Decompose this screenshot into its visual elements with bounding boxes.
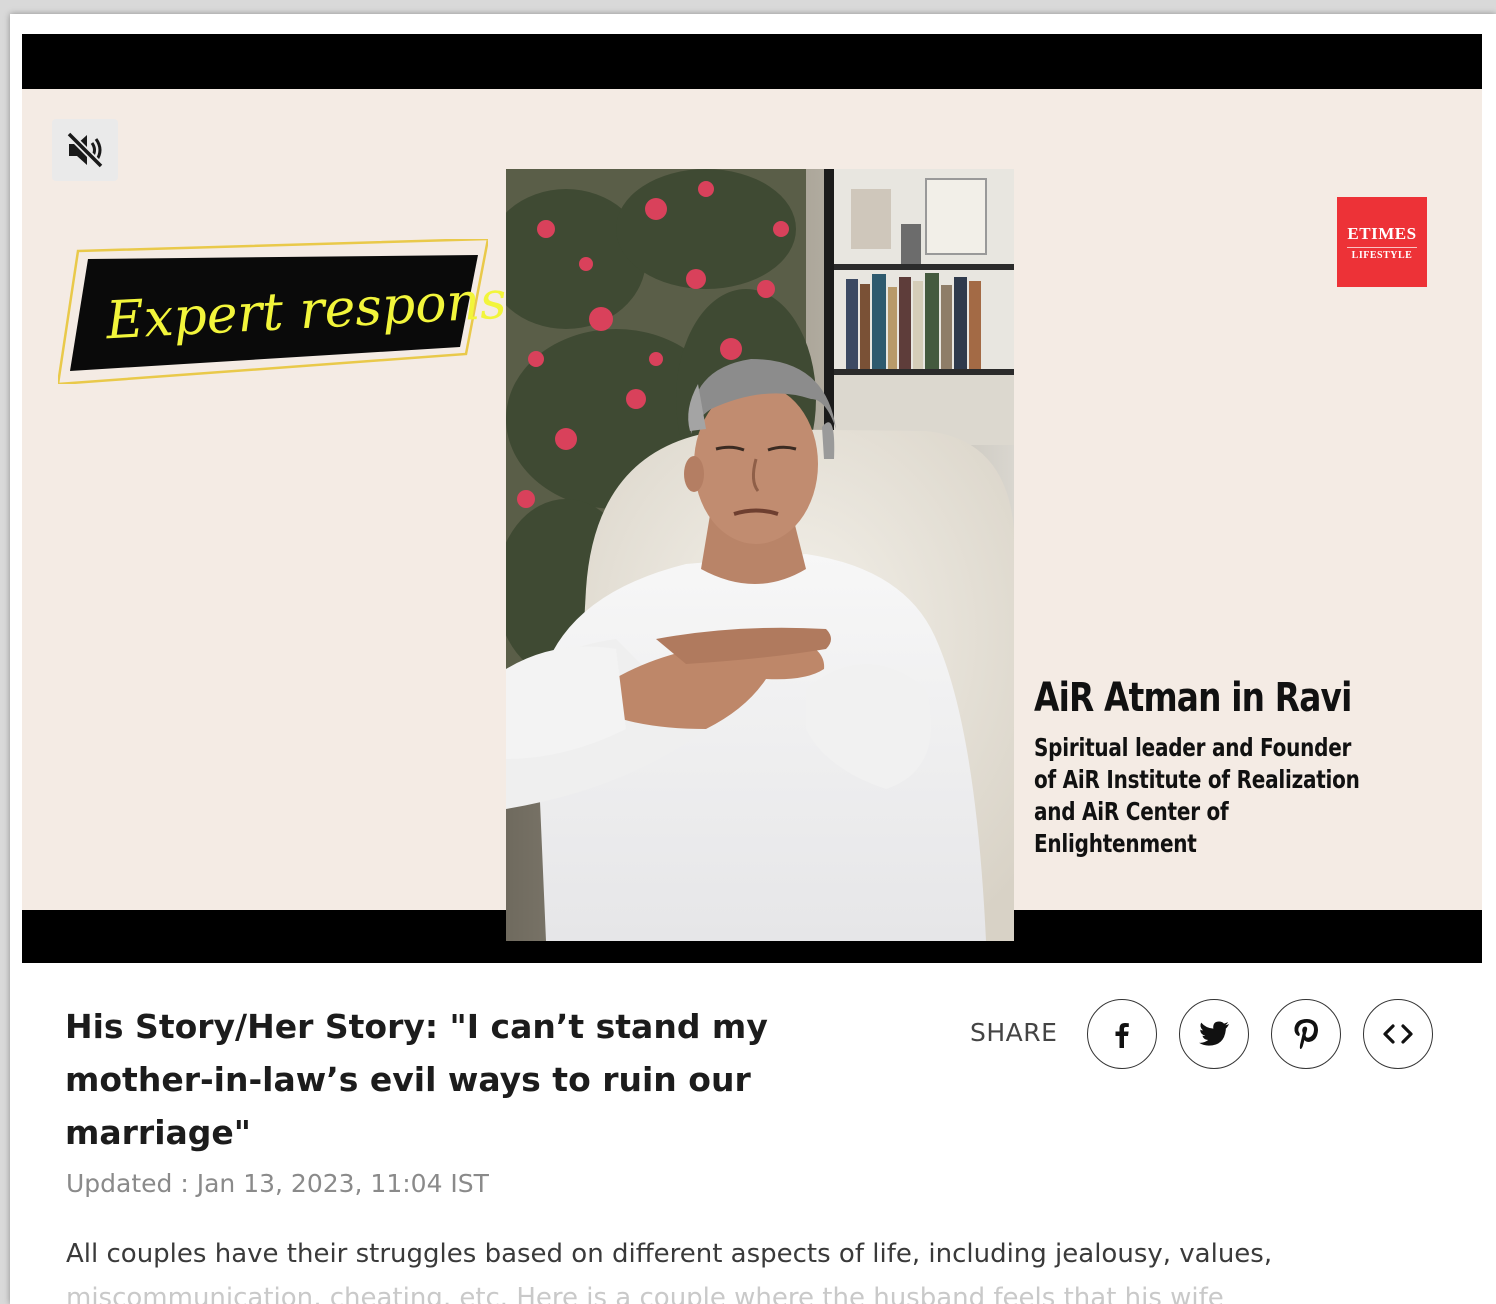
article-intro-line-1: All couples have their struggles based o…: [66, 1239, 1273, 1269]
expert-photo: [506, 169, 1014, 941]
updated-timestamp: Updated : Jan 13, 2023, 11:04 IST: [66, 1169, 489, 1198]
share-label: SHARE: [970, 1018, 1058, 1047]
video-frame: Expert response: ETIMES LIFESTYLE AiR At…: [22, 89, 1482, 941]
twitter-icon: [1199, 1021, 1229, 1046]
badge-text: Expert response:: [104, 267, 557, 352]
speaker-muted-icon: [66, 131, 104, 169]
expert-title: Spiritual leader and Founder of AiR Inst…: [1034, 733, 1360, 858]
article-headline: His Story/Her Story: "I can’t stand my m…: [65, 1007, 768, 1152]
article-intro-line-2: miscommunication, cheating, etc. Here is…: [66, 1283, 1224, 1304]
expert-name: AiR Atman in Ravi: [1034, 675, 1352, 721]
mute-button[interactable]: [52, 119, 118, 181]
share-facebook-button[interactable]: [1087, 999, 1157, 1069]
embed-code-icon: [1383, 1024, 1413, 1044]
facebook-icon: [1115, 1023, 1129, 1048]
share-embed-button[interactable]: [1363, 999, 1433, 1069]
etimes-lifestyle-logo: ETIMES LIFESTYLE: [1337, 197, 1427, 287]
article-intro: All couples have their struggles based o…: [66, 1232, 1446, 1304]
share-twitter-button[interactable]: [1179, 999, 1249, 1069]
pinterest-icon: [1294, 1019, 1318, 1050]
expert-caption: AiR Atman in Ravi Spiritual leader and F…: [1034, 674, 1474, 860]
expert-response-badge: Expert response:: [58, 239, 557, 384]
share-pinterest-button[interactable]: [1271, 999, 1341, 1069]
article-card: Expert response: ETIMES LIFESTYLE AiR At…: [10, 14, 1496, 1304]
video-player[interactable]: Expert response: ETIMES LIFESTYLE AiR At…: [22, 34, 1482, 963]
